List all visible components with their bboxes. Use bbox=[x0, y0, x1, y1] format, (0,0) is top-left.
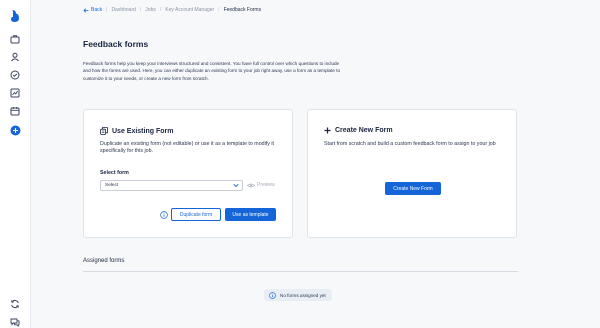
breadcrumb-separator: / bbox=[218, 7, 220, 13]
preview-button[interactable]: Preview bbox=[247, 182, 275, 188]
info-icon[interactable] bbox=[160, 211, 168, 219]
check-circle-icon[interactable] bbox=[9, 69, 21, 81]
add-circle-icon[interactable] bbox=[9, 124, 21, 136]
use-existing-form-heading: Use Existing Form bbox=[100, 127, 173, 135]
breadcrumb-separator: / bbox=[159, 7, 162, 13]
back-link[interactable]: Back bbox=[83, 7, 102, 13]
create-new-form-title: Create New Form bbox=[335, 127, 393, 134]
breadcrumb: Back | Dashboard / Jobs / Key Account Ma… bbox=[83, 7, 261, 13]
page-description: Feedback forms help you keep your interv… bbox=[83, 61, 341, 81]
assigned-forms-title: Assigned forms bbox=[83, 258, 125, 264]
page-title: Feedback forms bbox=[83, 39, 149, 49]
users-icon[interactable] bbox=[9, 51, 21, 63]
select-form-dropdown[interactable]: Select bbox=[100, 180, 243, 191]
create-new-form-card: Create New Form Start from scratch and b… bbox=[307, 109, 517, 238]
calendar-icon[interactable] bbox=[9, 105, 21, 117]
chevron-down-icon bbox=[233, 183, 239, 188]
breadcrumb-separator: | bbox=[106, 7, 108, 13]
breadcrumb-separator: / bbox=[139, 7, 142, 13]
copy-icon bbox=[100, 127, 108, 135]
select-form-value: Select bbox=[105, 183, 119, 188]
breadcrumb-current: Feedback Forms bbox=[223, 7, 262, 13]
breadcrumb-jobs[interactable]: Jobs bbox=[145, 7, 156, 13]
use-existing-form-card: Use Existing Form Duplicate an existing … bbox=[83, 109, 293, 238]
breadcrumb-job[interactable]: Key Account Manager bbox=[165, 7, 214, 13]
use-as-template-button[interactable]: Use as template bbox=[225, 208, 276, 221]
briefcase-icon[interactable] bbox=[9, 33, 21, 45]
sidebar bbox=[0, 0, 31, 328]
sync-icon[interactable] bbox=[9, 298, 21, 310]
use-existing-form-description: Duplicate an existing form (not editable… bbox=[100, 141, 274, 155]
empty-state-text: No forms assigned yet bbox=[280, 292, 326, 298]
chat-icon[interactable] bbox=[9, 316, 21, 328]
duplicate-form-button[interactable]: Duplicate form bbox=[171, 208, 221, 221]
eye-icon bbox=[247, 183, 255, 187]
breadcrumb-dashboard[interactable]: Dashboard bbox=[111, 7, 135, 13]
plus-icon bbox=[324, 127, 331, 134]
logo-icon[interactable] bbox=[9, 9, 21, 23]
create-new-form-description: Start from scratch and build a custom fe… bbox=[324, 141, 496, 147]
select-form-label: Select form bbox=[100, 170, 129, 176]
use-existing-form-title: Use Existing Form bbox=[112, 127, 174, 135]
create-new-form-button[interactable]: Create New Form bbox=[385, 182, 441, 195]
create-new-form-heading: Create New Form bbox=[324, 127, 393, 134]
back-label: Back bbox=[91, 7, 103, 13]
preview-label: Preview bbox=[257, 182, 275, 188]
empty-state-badge: No forms assigned yet bbox=[264, 289, 332, 301]
arrow-left-icon bbox=[83, 7, 89, 13]
analytics-icon[interactable] bbox=[9, 87, 21, 99]
divider bbox=[83, 271, 518, 272]
info-icon bbox=[269, 291, 276, 299]
